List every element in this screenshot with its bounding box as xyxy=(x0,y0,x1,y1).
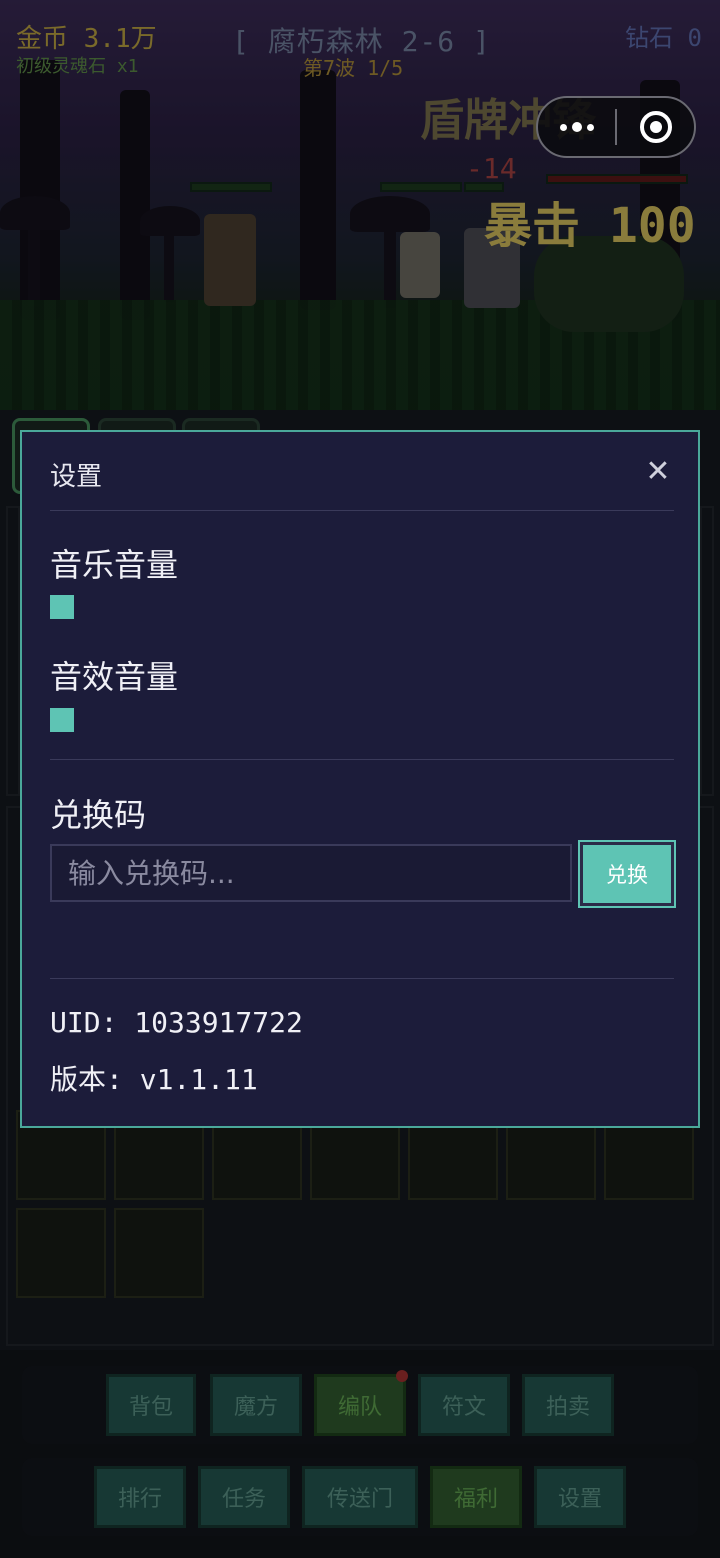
soul-stone-counter: 初级灵魂石 x1 xyxy=(16,56,139,77)
settings-modal: 设置 ✕ 音乐音量 音效音量 兑换码 兑换 UID: 1033917722 版本… xyxy=(20,430,700,1128)
nav-rubik-button[interactable]: 魔方 xyxy=(210,1374,302,1436)
nav-ranking-button[interactable]: 排行 xyxy=(94,1466,186,1528)
divider xyxy=(50,510,674,511)
miniprogram-capsule xyxy=(536,96,696,158)
battle-scene: 金币 3.1万 初级灵魂石 x1 [ 腐朽森林 2-6 ] 第7波 1/5 钻石… xyxy=(0,0,720,410)
redeem-code-input[interactable] xyxy=(50,844,572,902)
modal-title: 设置 xyxy=(50,462,103,492)
version-text: 版本: v1.1.11 xyxy=(50,1063,258,1096)
exit-button[interactable] xyxy=(617,98,694,156)
inventory-slot[interactable] xyxy=(114,1208,204,1298)
nav-formation-button[interactable]: 编队 xyxy=(314,1374,406,1436)
close-icon[interactable]: ✕ xyxy=(640,454,676,490)
redeem-button[interactable]: 兑换 xyxy=(580,842,674,906)
target-circle-icon xyxy=(639,111,672,143)
sfx-volume-slider[interactable] xyxy=(50,708,74,732)
inventory-slot[interactable] xyxy=(16,1208,106,1298)
nav-welfare-button[interactable]: 福利 xyxy=(430,1466,522,1528)
divider xyxy=(50,978,674,979)
notification-dot xyxy=(396,1370,408,1382)
nav-rune-button[interactable]: 符文 xyxy=(418,1374,510,1436)
divider xyxy=(50,759,674,760)
wave-counter: 第7波 1/5 xyxy=(303,56,404,80)
damage-number: -14 xyxy=(466,152,517,185)
critical-hit-popup: 暴击 100 xyxy=(484,198,696,254)
diamond-counter: 钻石 0 xyxy=(625,24,702,52)
more-dots-icon xyxy=(559,122,594,132)
music-volume-slider[interactable] xyxy=(50,595,74,619)
nav-quest-button[interactable]: 任务 xyxy=(198,1466,290,1528)
more-button[interactable] xyxy=(538,98,615,156)
gold-counter: 金币 3.1万 xyxy=(16,24,157,54)
uid-text: UID: 1033917722 xyxy=(50,1006,303,1039)
sfx-volume-label: 音效音量 xyxy=(50,658,179,696)
nav-portal-button[interactable]: 传送门 xyxy=(302,1466,418,1528)
nav-settings-button[interactable]: 设置 xyxy=(534,1466,626,1528)
music-volume-label: 音乐音量 xyxy=(50,546,179,584)
nav-auction-button[interactable]: 拍卖 xyxy=(522,1374,614,1436)
redeem-code-label: 兑换码 xyxy=(50,796,147,834)
nav-backpack-button[interactable]: 背包 xyxy=(106,1374,196,1436)
